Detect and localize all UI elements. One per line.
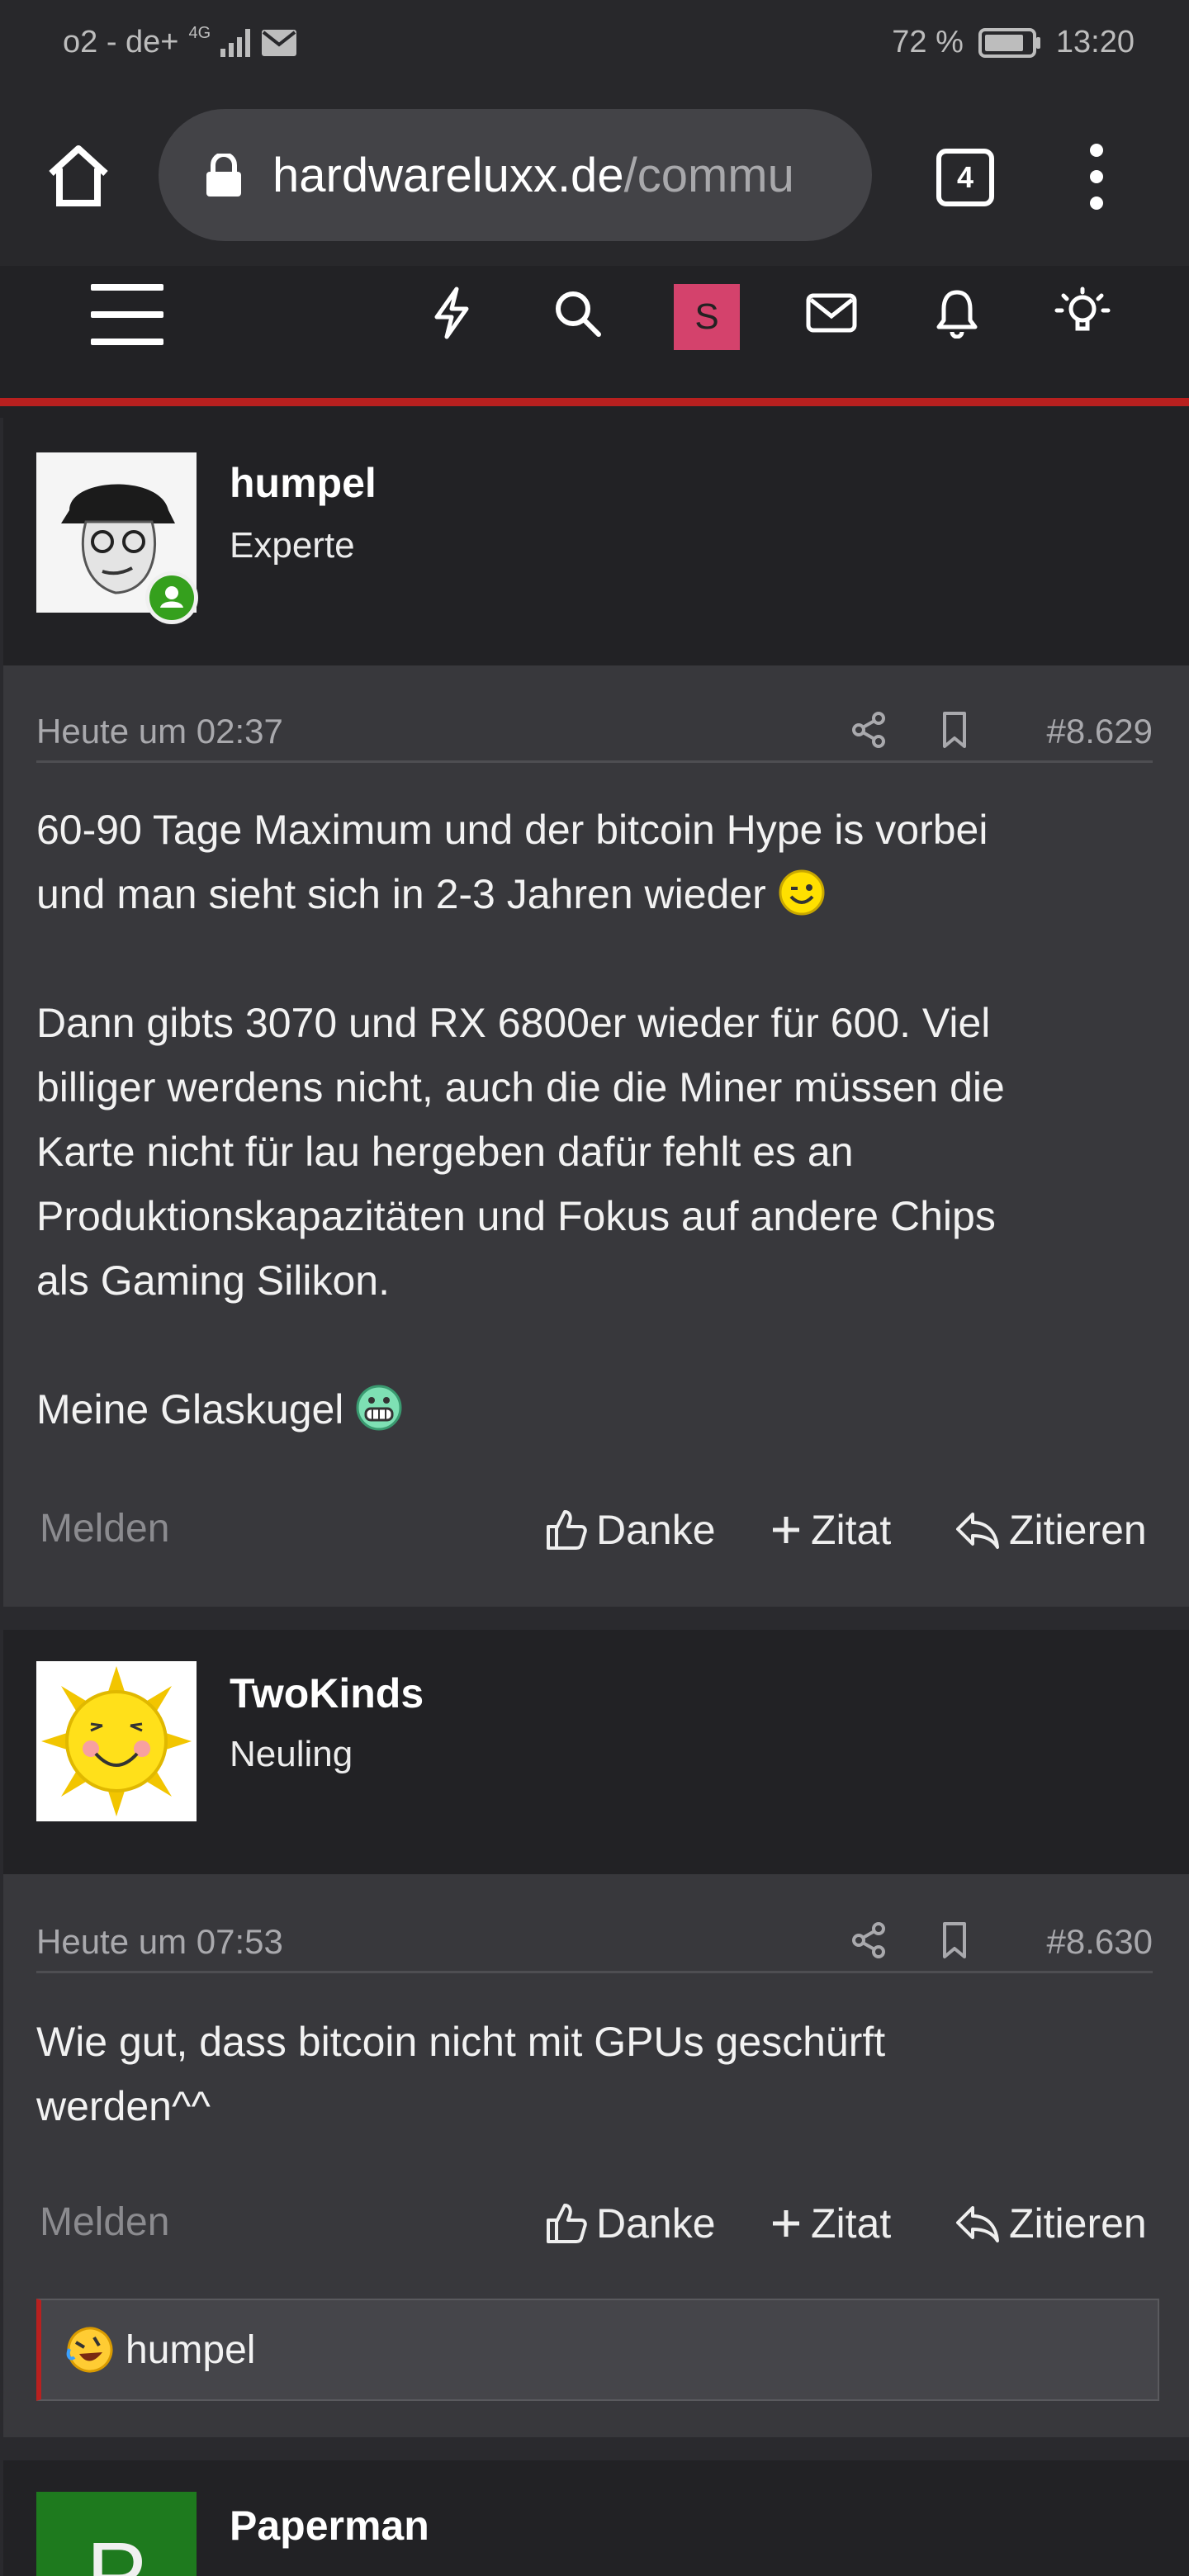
reply-icon	[956, 1513, 999, 1549]
bell-icon[interactable]	[928, 284, 986, 342]
message-line: billiger werdens nicht, auch die die Min…	[36, 1064, 1005, 1110]
post-separator	[0, 2437, 1189, 2460]
post-username[interactable]: humpel	[230, 459, 377, 507]
post-date[interactable]: Heute um 07:53	[36, 1922, 283, 1962]
multiquote-label: Zitat	[811, 1507, 892, 1553]
like-label: Danke	[596, 2200, 716, 2247]
network-type: 4G	[188, 23, 211, 42]
mail-notification-icon	[260, 28, 298, 58]
browser-toolbar: hardwareluxx.de/commu 4	[0, 86, 1189, 266]
url-path: /commu	[623, 148, 794, 202]
carrier-label: o2 - de+	[63, 25, 179, 59]
report-link[interactable]: Melden	[40, 1506, 169, 1551]
user-title: Neuling	[230, 1734, 353, 1774]
battery-percent: 72 %	[892, 25, 964, 59]
lock-icon	[206, 154, 241, 197]
post-number[interactable]: #8.630	[1047, 1922, 1153, 1962]
address-bar[interactable]: hardwareluxx.de/commu	[159, 109, 872, 241]
post-date[interactable]: Heute um 02:37	[36, 712, 283, 751]
plus-icon	[773, 1517, 799, 1543]
post-username[interactable]: TwoKinds	[230, 1669, 424, 1717]
wink-smiley-icon	[779, 869, 825, 916]
post-author-header: TwoKinds Neuling	[3, 1630, 1189, 1874]
multiquote-button[interactable]: Zitat	[770, 1506, 891, 1554]
message-line: Meine Glaskugel	[36, 1377, 1156, 1442]
post-separator	[0, 1607, 1189, 1630]
accent-divider	[0, 398, 1189, 406]
laughing-emoji-icon	[66, 2327, 113, 2373]
signal-icon	[220, 28, 251, 57]
user-title: Experte	[230, 525, 355, 566]
post-actions: Melden Danke Zitat Zitieren	[40, 2196, 1153, 2254]
bookmark-icon[interactable]	[935, 1920, 974, 1960]
message-line: Wie gut, dass bitcoin nicht mit GPUs ges…	[36, 2019, 886, 2065]
like-button[interactable]: Danke	[545, 1506, 716, 1554]
status-bar: o2 - de+ 4G 72 % 13:20	[0, 0, 1189, 86]
avatar[interactable]: P	[36, 2492, 197, 2576]
thumbs-up-icon	[547, 2204, 587, 2243]
reply-label: Zitieren	[1009, 2200, 1147, 2247]
post-meta: Heute um 02:37 #8.629	[36, 697, 1153, 763]
home-icon[interactable]	[43, 139, 114, 210]
like-button[interactable]: Danke	[545, 2200, 716, 2247]
message-line	[36, 926, 1156, 991]
grin-smiley-icon	[356, 1385, 402, 1431]
user-avatar-button[interactable]: S	[674, 284, 740, 350]
forum-post: TwoKinds Neuling Heute um 07:53 #8.630 W…	[3, 1630, 1189, 2437]
report-link[interactable]: Melden	[40, 2200, 169, 2245]
forum-post: humpel Experte Heute um 02:37 #8.629 60-…	[3, 418, 1189, 1607]
multiquote-label: Zitat	[811, 2200, 892, 2247]
message-line: Dann gibts 3070 und RX 6800er wieder für…	[36, 1000, 991, 1046]
message-line: Produktionskapazitäten und Fokus auf and…	[36, 1193, 996, 1239]
like-label: Danke	[596, 1507, 716, 1553]
avatar-letter: P	[86, 2524, 147, 2576]
post-author-header: P Paperman	[3, 2460, 1189, 2576]
message-line: als Gaming Silikon.	[36, 1257, 390, 1304]
online-status-icon	[145, 571, 198, 624]
reply-quote-button[interactable]: Zitieren	[955, 2200, 1147, 2247]
multiquote-button[interactable]: Zitat	[770, 2200, 891, 2247]
thumbs-up-icon	[547, 1510, 587, 1550]
post-meta: Heute um 07:53 #8.630	[36, 1907, 1153, 1973]
message-line	[36, 1313, 1156, 1377]
post-body: Heute um 02:37 #8.629 60-90 Tage Maximum…	[3, 665, 1189, 1607]
post-actions: Melden Danke Zitat Zitieren	[40, 1503, 1153, 1560]
message-line: 60-90 Tage Maximum und der bitcoin Hype …	[36, 807, 988, 853]
bookmark-icon[interactable]	[935, 710, 974, 750]
browser-menu-icon[interactable]	[1082, 144, 1111, 210]
post-body: Heute um 07:53 #8.630 Wie gut, dass bitc…	[3, 1874, 1189, 2437]
envelope-icon[interactable]	[803, 284, 860, 342]
message-line: und man sieht sich in 2-3 Jahren wieder	[36, 862, 1156, 926]
reply-label: Zitieren	[1009, 1507, 1147, 1553]
clock: 13:20	[1055, 25, 1135, 59]
post-number[interactable]: #8.629	[1047, 712, 1153, 751]
post-author-header: humpel Experte	[3, 418, 1189, 665]
reaction-users[interactable]: humpel	[126, 2327, 255, 2373]
share-icon[interactable]	[849, 1920, 888, 1960]
forum-post: P Paperman	[3, 2460, 1189, 2576]
reactions-bar[interactable]: humpel	[36, 2299, 1159, 2401]
post-username[interactable]: Paperman	[230, 2502, 429, 2550]
bolt-icon[interactable]	[423, 284, 481, 342]
menu-icon[interactable]	[91, 284, 163, 345]
plus-icon	[773, 2210, 799, 2237]
battery-icon	[978, 27, 1041, 58]
reply-icon	[956, 2206, 999, 2242]
post-message: 60-90 Tage Maximum und der bitcoin Hype …	[36, 798, 1156, 1442]
post-message: Wie gut, dass bitcoin nicht mit GPUs ges…	[36, 2010, 1156, 2138]
message-line: Karte nicht für lau hergeben dafür fehlt…	[36, 1129, 854, 1175]
avatar[interactable]	[36, 1661, 197, 1821]
message-line: werden^^	[36, 2083, 211, 2129]
lightbulb-icon[interactable]	[1054, 284, 1111, 342]
url-host: hardwareluxx.de	[272, 148, 624, 202]
site-navbar: S	[0, 266, 1189, 398]
tab-switcher-button[interactable]: 4	[936, 149, 994, 206]
share-icon[interactable]	[849, 710, 888, 750]
reply-quote-button[interactable]: Zitieren	[955, 1506, 1147, 1554]
search-icon[interactable]	[548, 284, 606, 342]
